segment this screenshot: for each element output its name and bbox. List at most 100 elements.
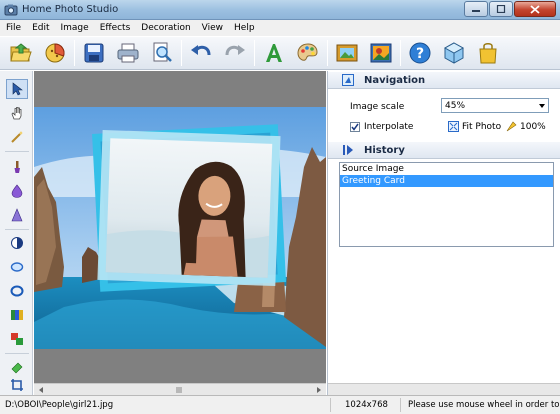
open-folder-icon bbox=[10, 43, 32, 62]
menu-image[interactable]: Image bbox=[61, 23, 89, 33]
close-button[interactable] bbox=[514, 1, 556, 17]
fit-photo-button[interactable]: Fit Photo bbox=[448, 121, 501, 132]
app-camera-icon bbox=[4, 4, 18, 16]
contrast-tool[interactable] bbox=[6, 233, 28, 253]
maximize-icon bbox=[496, 5, 506, 13]
status-divider bbox=[400, 398, 401, 412]
text-button[interactable] bbox=[259, 38, 289, 68]
crop-icon bbox=[11, 379, 23, 391]
navigation-icon bbox=[342, 74, 354, 86]
toolbar-separator bbox=[74, 40, 75, 66]
chevron-down-icon[interactable] bbox=[536, 100, 547, 111]
history-item-source-image[interactable]: Source Image bbox=[340, 163, 553, 175]
cube-button[interactable] bbox=[439, 38, 469, 68]
print-preview-button[interactable] bbox=[147, 38, 177, 68]
color-swap-icon bbox=[11, 333, 23, 345]
palette-icon bbox=[297, 43, 318, 61]
ring-tool[interactable] bbox=[6, 281, 28, 301]
checkmark-icon bbox=[351, 123, 359, 131]
drop-icon bbox=[11, 184, 23, 198]
panel-horizontal-scrollbar[interactable] bbox=[328, 383, 560, 395]
svg-text:?: ? bbox=[416, 46, 424, 62]
bag-icon bbox=[479, 43, 497, 64]
photo-effect-button[interactable] bbox=[366, 38, 396, 68]
scroll-thumb-grip-icon[interactable] bbox=[174, 386, 184, 394]
tool-separator bbox=[5, 151, 29, 152]
palette-button[interactable] bbox=[293, 38, 323, 68]
cone-tool[interactable] bbox=[6, 205, 28, 225]
menu-edit[interactable]: Edit bbox=[32, 23, 49, 33]
crop-tool[interactable] bbox=[6, 375, 28, 395]
minimize-button[interactable] bbox=[464, 1, 488, 17]
pie-chart-icon bbox=[45, 43, 65, 63]
interpolate-label: Interpolate bbox=[364, 122, 414, 132]
cone-icon bbox=[11, 208, 23, 222]
menu-view[interactable]: View bbox=[202, 23, 223, 33]
redo-button[interactable] bbox=[220, 38, 250, 68]
canvas-horizontal-scrollbar[interactable] bbox=[34, 383, 326, 395]
minimize-icon bbox=[472, 10, 480, 12]
frame-button[interactable] bbox=[332, 38, 362, 68]
status-bar: D:\OBOI\People\girl21.jpg 1024x768 Pleas… bbox=[0, 395, 560, 414]
brush-tool[interactable] bbox=[6, 157, 28, 177]
pointer-tool[interactable] bbox=[6, 79, 28, 99]
eraser-tool[interactable] bbox=[6, 357, 28, 377]
tool-separator bbox=[5, 229, 29, 230]
scroll-right-icon[interactable] bbox=[314, 386, 324, 394]
interpolate-checkbox[interactable] bbox=[350, 122, 360, 132]
hand-icon bbox=[11, 107, 22, 120]
gradient-tool[interactable] bbox=[6, 305, 28, 325]
history-icon bbox=[343, 145, 353, 155]
hand-tool[interactable] bbox=[6, 103, 28, 123]
toolbar: ? bbox=[0, 36, 560, 70]
redo-icon bbox=[225, 45, 245, 56]
image-scale-label: Image scale bbox=[350, 102, 405, 112]
help-button[interactable]: ? bbox=[405, 38, 435, 68]
image-canvas[interactable] bbox=[34, 71, 326, 385]
pie-chart-button[interactable] bbox=[40, 38, 70, 68]
menu-help[interactable]: Help bbox=[234, 23, 255, 33]
ellipse-icon bbox=[10, 262, 24, 272]
toolbar-separator bbox=[254, 40, 255, 66]
ellipse-tool[interactable] bbox=[6, 257, 28, 277]
photo-effect-icon bbox=[370, 43, 392, 63]
toolbar-separator bbox=[327, 40, 328, 66]
eraser-icon bbox=[11, 362, 23, 374]
magic-wand-tool[interactable] bbox=[6, 127, 28, 147]
cube-icon bbox=[443, 42, 465, 64]
image-scale-select[interactable]: 45% bbox=[441, 98, 549, 113]
zoom-icon bbox=[506, 121, 517, 132]
brush-icon bbox=[14, 161, 20, 173]
save-icon bbox=[84, 43, 104, 63]
menu-decoration[interactable]: Decoration bbox=[141, 23, 190, 33]
scroll-left-icon[interactable] bbox=[36, 386, 46, 394]
zoom-100-label: 100% bbox=[520, 121, 546, 132]
print-button[interactable] bbox=[113, 38, 143, 68]
maximize-button[interactable] bbox=[489, 1, 513, 17]
navigation-header[interactable]: Navigation bbox=[328, 71, 560, 89]
image-scale-value: 45% bbox=[445, 101, 466, 111]
navigation-title: Navigation bbox=[364, 74, 426, 86]
open-button[interactable] bbox=[6, 38, 36, 68]
history-item-greeting-card[interactable]: Greeting Card bbox=[340, 175, 553, 187]
pointer-icon bbox=[12, 82, 23, 96]
zoom-100-button[interactable]: 100% bbox=[506, 121, 546, 132]
save-button[interactable] bbox=[79, 38, 109, 68]
history-header[interactable]: History bbox=[328, 141, 560, 159]
menu-effects[interactable]: Effects bbox=[100, 23, 131, 33]
color-swap-tool[interactable] bbox=[6, 329, 28, 349]
undo-button[interactable] bbox=[186, 38, 216, 68]
interpolate-option[interactable]: Interpolate bbox=[350, 122, 413, 132]
ring-icon bbox=[10, 285, 24, 297]
history-list[interactable]: Source Image Greeting Card bbox=[339, 162, 554, 247]
menu-file[interactable]: File bbox=[6, 23, 21, 33]
drop-tool[interactable] bbox=[6, 181, 28, 201]
bag-button[interactable] bbox=[473, 38, 503, 68]
history-title: History bbox=[364, 144, 405, 156]
magic-wand-icon bbox=[11, 131, 23, 143]
tool-palette bbox=[0, 71, 33, 395]
text-icon bbox=[266, 44, 282, 62]
undo-icon bbox=[191, 45, 211, 56]
status-divider bbox=[330, 398, 331, 412]
menu-bar: File Edit Image Effects Decoration View … bbox=[0, 20, 560, 36]
